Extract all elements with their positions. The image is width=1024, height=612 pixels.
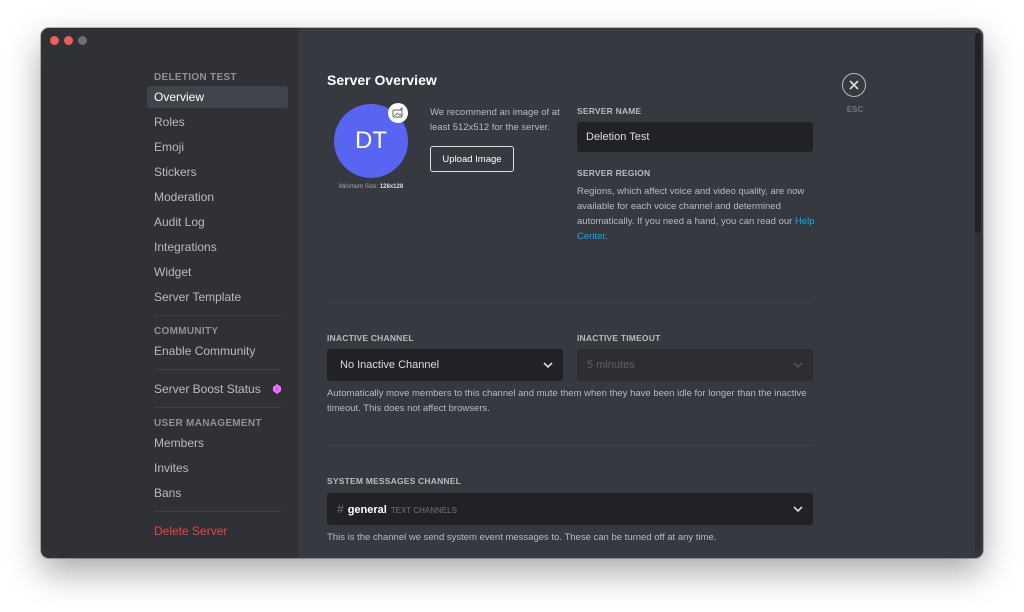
close-icon bbox=[849, 80, 859, 90]
min-size-hint: Minimum Size: 128x128 bbox=[338, 184, 404, 190]
sidebar-item-emoji[interactable]: Emoji bbox=[147, 136, 288, 158]
system-messages-channel-select[interactable]: # general TEXT CHANNELS bbox=[327, 493, 813, 525]
inactive-timeout-label: INACTIVE TIMEOUT bbox=[577, 333, 661, 343]
page-title: Server Overview bbox=[327, 72, 437, 88]
sidebar-item-overview[interactable]: Overview bbox=[147, 86, 288, 108]
image-upload-icon[interactable] bbox=[388, 103, 408, 123]
close-settings-button[interactable] bbox=[842, 73, 866, 97]
system-messages-label: SYSTEM MESSAGES CHANNEL bbox=[327, 476, 462, 486]
server-region-label: SERVER REGION bbox=[577, 168, 651, 178]
sidebar-item-integrations[interactable]: Integrations bbox=[147, 236, 288, 258]
image-recommendation-text: We recommend an image of at least 512x51… bbox=[430, 107, 560, 133]
system-channel-name: general bbox=[347, 504, 387, 516]
server-name-label: SERVER NAME bbox=[577, 106, 642, 116]
boost-gem-icon bbox=[273, 384, 281, 394]
esc-label: ESC bbox=[846, 105, 864, 114]
upload-image-button[interactable]: Upload Image bbox=[430, 146, 514, 172]
nav-header-server: DELETION TEST bbox=[154, 72, 237, 83]
nav-divider bbox=[154, 369, 281, 370]
settings-nav: DELETION TEST Overview Roles Emoji Stick… bbox=[147, 70, 288, 545]
chevron-down-icon bbox=[543, 362, 553, 369]
sidebar-item-stickers[interactable]: Stickers bbox=[147, 161, 288, 183]
inactive-timeout-select[interactable]: 5 minutes bbox=[577, 349, 813, 381]
sidebar-item-enable-community[interactable]: Enable Community bbox=[147, 340, 288, 362]
chevron-down-icon bbox=[793, 506, 803, 513]
server-region-description: Regions, which affect voice and video qu… bbox=[577, 186, 815, 242]
sidebar-item-members[interactable]: Members bbox=[147, 432, 288, 454]
sidebar-item-invites[interactable]: Invites bbox=[147, 457, 288, 479]
sidebar-item-widget[interactable]: Widget bbox=[147, 261, 288, 283]
window-minimize-button[interactable] bbox=[64, 36, 73, 45]
sidebar-item-delete-server[interactable]: Delete Server bbox=[147, 520, 288, 542]
sidebar-item-roles[interactable]: Roles bbox=[147, 111, 288, 133]
sidebar-item-moderation[interactable]: Moderation bbox=[147, 186, 288, 208]
nav-header-user-management: USER MANAGEMENT bbox=[154, 418, 262, 429]
system-channel-category: TEXT CHANNELS bbox=[390, 506, 457, 515]
section-divider bbox=[327, 302, 813, 303]
sidebar-item-server-boost-status[interactable]: Server Boost Status bbox=[147, 378, 288, 400]
sidebar-item-bans[interactable]: Bans bbox=[147, 482, 288, 504]
window-maximize-button[interactable] bbox=[78, 36, 87, 45]
nav-divider bbox=[154, 315, 281, 316]
window-close-button[interactable] bbox=[50, 36, 59, 45]
sidebar-item-server-template[interactable]: Server Template bbox=[147, 286, 288, 308]
nav-divider bbox=[154, 511, 281, 512]
sidebar-item-audit-log[interactable]: Audit Log bbox=[147, 211, 288, 233]
system-messages-help: This is the channel we send system event… bbox=[327, 532, 717, 543]
inactive-channel-label: INACTIVE CHANNEL bbox=[327, 333, 414, 343]
hashtag-icon: # bbox=[337, 502, 344, 516]
inactive-channel-value: No Inactive Channel bbox=[340, 359, 440, 371]
server-name-input[interactable]: Deletion Test bbox=[577, 122, 813, 152]
server-overview-content: Server Overview DT Minimum Size: 128x128… bbox=[327, 28, 817, 558]
settings-sidebar: DELETION TEST Overview Roles Emoji Stick… bbox=[41, 28, 298, 558]
inactive-channel-select[interactable]: No Inactive Channel bbox=[327, 349, 563, 381]
inactive-timeout-value: 5 minutes bbox=[587, 359, 635, 371]
window-controls bbox=[50, 36, 87, 45]
inactive-channel-help: Automatically move members to this chann… bbox=[327, 388, 807, 414]
server-icon-area: DT Minimum Size: 128x128 bbox=[334, 103, 408, 194]
nav-header-community: COMMUNITY bbox=[154, 326, 219, 337]
sidebar-item-label: Server Boost Status bbox=[154, 382, 261, 396]
nav-divider bbox=[154, 407, 281, 408]
settings-window: DELETION TEST Overview Roles Emoji Stick… bbox=[41, 28, 983, 558]
chevron-down-icon bbox=[793, 362, 803, 369]
section-divider bbox=[327, 445, 813, 446]
scrollbar-thumb[interactable] bbox=[975, 33, 981, 233]
